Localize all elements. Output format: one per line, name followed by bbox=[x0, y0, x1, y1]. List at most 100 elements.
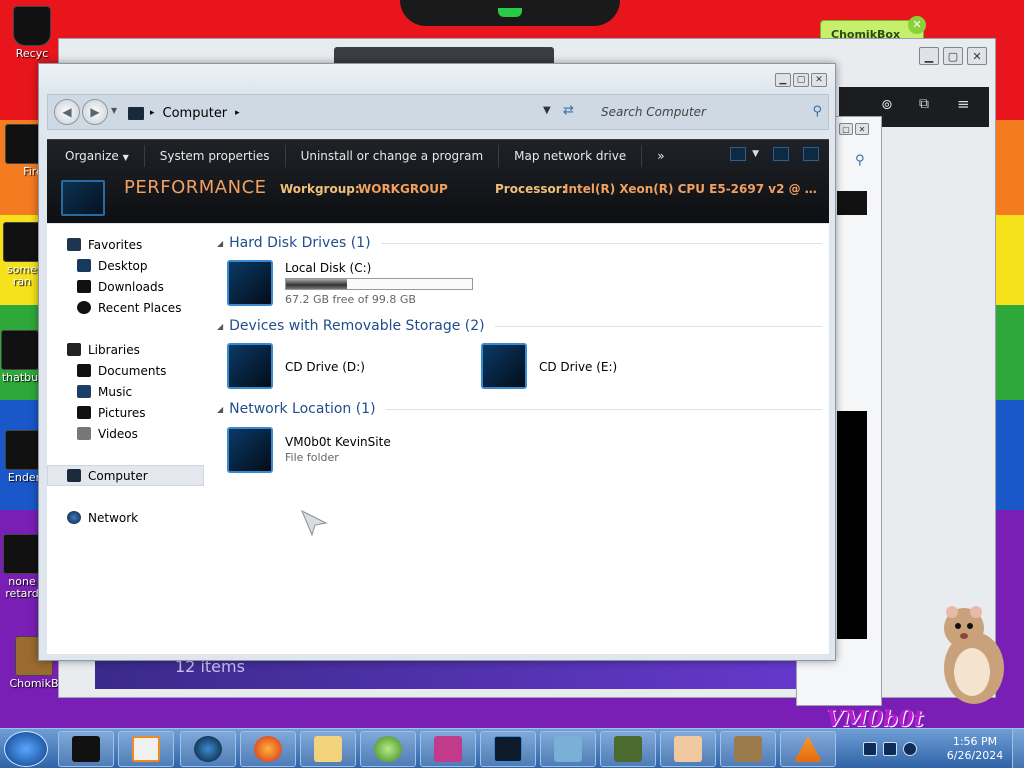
back-arrow-icon[interactable]: ◀ bbox=[54, 99, 80, 125]
organize-button[interactable]: Organize ▼ bbox=[47, 149, 144, 163]
help-icon[interactable] bbox=[803, 147, 819, 161]
taskbar-monitor-button[interactable] bbox=[480, 731, 536, 767]
uninstall-program-button[interactable]: Uninstall or change a program bbox=[286, 149, 499, 163]
clock[interactable]: 1:56 PM 6/26/2024 bbox=[940, 735, 1010, 763]
libraries-icon bbox=[67, 343, 81, 356]
network-location-name: VM0b0t KevinSite bbox=[285, 435, 391, 449]
taskbar-folder-button[interactable] bbox=[300, 731, 356, 767]
group-header-network[interactable]: ◢ Network Location (1) bbox=[217, 399, 822, 419]
pocket-icon[interactable]: ⊚ bbox=[881, 97, 893, 113]
view-dropdown-icon[interactable]: ▼ bbox=[752, 149, 759, 159]
maximize-icon[interactable]: ▢ bbox=[793, 73, 809, 87]
taskbar-minecraft-button[interactable] bbox=[600, 731, 656, 767]
explorer-titlebar[interactable]: ▁ ▢ ✕ bbox=[39, 64, 835, 92]
nav-documents-label: Documents bbox=[98, 363, 167, 378]
map-network-drive-button[interactable]: Map network drive bbox=[499, 149, 641, 163]
group-header-removable[interactable]: ◢ Devices with Removable Storage (2) bbox=[217, 316, 822, 336]
minimize-icon[interactable]: ▁ bbox=[919, 47, 939, 65]
nav-network[interactable]: Network bbox=[67, 507, 224, 528]
tray-app-icon[interactable] bbox=[863, 742, 877, 756]
search-icon[interactable]: ⚲ bbox=[855, 153, 865, 168]
nav-documents[interactable]: Documents bbox=[77, 360, 234, 381]
close-icon[interactable]: ✕ bbox=[811, 73, 827, 87]
search-icon[interactable]: ⚲ bbox=[812, 104, 822, 119]
taskbar-firefox-button[interactable] bbox=[240, 731, 296, 767]
navigation-pane: Favorites Desktop Downloads Recent Place… bbox=[47, 224, 207, 654]
close-icon[interactable]: ✕ bbox=[855, 123, 869, 135]
network-status-icon[interactable] bbox=[883, 742, 897, 756]
cd-drive-icon bbox=[227, 343, 273, 389]
show-desktop-button[interactable] bbox=[1012, 729, 1024, 768]
photo-icon bbox=[434, 736, 462, 762]
collapse-triangle-icon[interactable]: ◢ bbox=[217, 322, 223, 331]
group-header-hdd[interactable]: ◢ Hard Disk Drives (1) bbox=[217, 233, 822, 253]
nav-desktop-label: Desktop bbox=[98, 258, 148, 273]
breadcrumb-separator-icon[interactable]: ▸ bbox=[235, 108, 240, 118]
minecraft-icon bbox=[614, 736, 642, 762]
minimize-icon[interactable]: ▁ bbox=[775, 73, 791, 87]
collapse-triangle-icon[interactable]: ◢ bbox=[217, 405, 223, 414]
recycle-bin-icon[interactable]: Recyc bbox=[2, 6, 62, 60]
taskbar-media-player-button[interactable] bbox=[118, 731, 174, 767]
refresh-icon[interactable]: ⇄ bbox=[563, 103, 574, 118]
desktop-gadget bbox=[400, 0, 620, 26]
search-input[interactable]: Search Computer ⚲ bbox=[593, 100, 828, 124]
group-divider bbox=[494, 325, 822, 327]
group-title-network: Network Location (1) bbox=[229, 401, 376, 417]
user-icon bbox=[674, 736, 702, 762]
cubes-icon bbox=[554, 736, 582, 762]
taskbar-chomikbox-button[interactable] bbox=[720, 731, 776, 767]
maximize-icon[interactable]: ▢ bbox=[839, 123, 853, 135]
address-path[interactable]: ▸ Computer ▸ bbox=[128, 102, 553, 124]
search-placeholder: Search Computer bbox=[601, 105, 706, 119]
drive-d-name: CD Drive (D:) bbox=[285, 360, 365, 374]
nav-libraries[interactable]: Libraries bbox=[67, 339, 224, 360]
command-bar: Organize ▼ System properties Uninstall o… bbox=[47, 139, 829, 223]
maximize-icon[interactable]: ▢ bbox=[943, 47, 963, 65]
taskbar-user-button[interactable] bbox=[660, 731, 716, 767]
change-view-icon[interactable] bbox=[730, 147, 747, 161]
taskbar: 1:56 PM 6/26/2024 bbox=[0, 728, 1024, 768]
nav-recent-places[interactable]: Recent Places bbox=[77, 297, 234, 318]
nav-desktop[interactable]: Desktop bbox=[77, 255, 234, 276]
address-dropdown-icon[interactable]: ▼ bbox=[543, 105, 551, 116]
taskbar-app-button[interactable] bbox=[360, 731, 416, 767]
nav-downloads[interactable]: Downloads bbox=[77, 276, 234, 297]
collapse-triangle-icon[interactable]: ◢ bbox=[217, 239, 223, 248]
organize-label: Organize bbox=[65, 149, 119, 163]
start-button[interactable] bbox=[4, 731, 48, 767]
extensions-icon[interactable]: ⧉ bbox=[919, 96, 929, 112]
taskbar-vlc-button[interactable] bbox=[780, 731, 836, 767]
group-title-hdd: Hard Disk Drives (1) bbox=[229, 235, 371, 251]
breadcrumb-computer[interactable]: Computer bbox=[163, 106, 228, 121]
taskbar-photo-button[interactable] bbox=[420, 731, 476, 767]
nav-favorites[interactable]: Favorites bbox=[67, 234, 224, 255]
preview-pane-icon[interactable] bbox=[773, 147, 789, 161]
volume-icon[interactable] bbox=[903, 742, 917, 756]
nav-videos-label: Videos bbox=[98, 426, 138, 441]
nav-downloads-label: Downloads bbox=[98, 279, 164, 294]
forward-arrow-icon[interactable]: ▶ bbox=[82, 99, 108, 125]
some-ran-image bbox=[3, 222, 41, 262]
close-icon[interactable]: ✕ bbox=[967, 47, 987, 65]
small-window-caption: ▢ ✕ bbox=[839, 123, 869, 135]
taskbar-explorer-button[interactable] bbox=[58, 731, 114, 767]
mouse-cursor-icon bbox=[301, 509, 328, 537]
group-divider bbox=[385, 408, 822, 410]
nav-pictures[interactable]: Pictures bbox=[77, 402, 234, 423]
taskbar-cubes-button[interactable] bbox=[540, 731, 596, 767]
nav-videos[interactable]: Videos bbox=[77, 423, 234, 444]
nav-computer[interactable]: Computer bbox=[47, 465, 204, 486]
recycle-bin-image bbox=[13, 6, 51, 46]
taskbar-globe-button[interactable] bbox=[180, 731, 236, 767]
menu-icon[interactable]: ≡ bbox=[957, 95, 970, 113]
hamster-mascot-icon bbox=[944, 606, 1004, 704]
more-commands-button[interactable]: » bbox=[642, 149, 679, 163]
network-folder-icon bbox=[227, 427, 273, 473]
nav-music[interactable]: Music bbox=[77, 381, 234, 402]
background-window-caption: ▁ ▢ ✕ bbox=[919, 47, 987, 65]
breadcrumb-separator-icon[interactable]: ▸ bbox=[150, 108, 155, 118]
system-properties-button[interactable]: System properties bbox=[145, 149, 285, 163]
recent-pages-chevron-icon[interactable]: ▼ bbox=[111, 106, 117, 115]
chomikbox-close-icon[interactable]: ✕ bbox=[908, 16, 926, 34]
